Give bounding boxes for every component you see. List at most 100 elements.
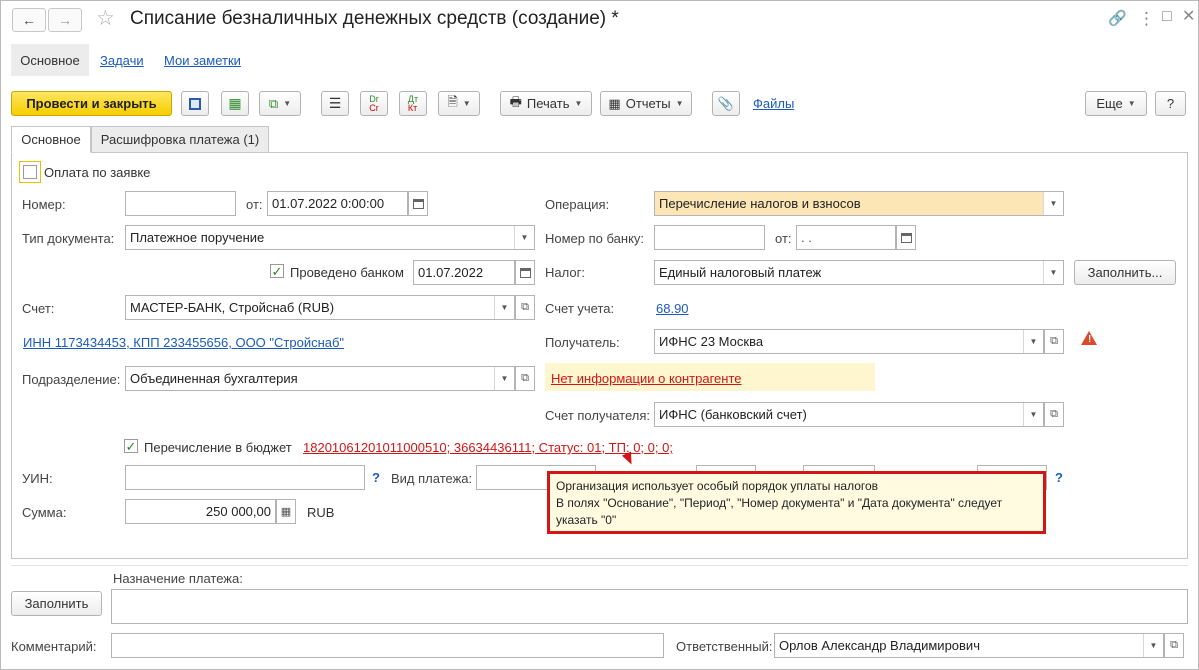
- bank-posted-checkbox[interactable]: ✓: [270, 264, 284, 278]
- tooltip-line3: указать "0": [556, 513, 617, 527]
- responsible-value: Орлов Александр Владимирович: [779, 638, 980, 653]
- bank-number-label: Номер по банку:: [545, 231, 645, 246]
- dt-ct-icon[interactable]: Dr Cr: [360, 91, 388, 116]
- forward-button[interactable]: →: [48, 8, 82, 32]
- bank-from-label: от:: [775, 231, 792, 246]
- division-open-icon[interactable]: ⧉: [515, 366, 535, 391]
- recipient-chevron-down-icon[interactable]: ▼: [1023, 330, 1043, 353]
- doc-date-help-icon[interactable]: ?: [1055, 470, 1063, 485]
- files-link[interactable]: Файлы: [753, 96, 794, 111]
- arrow-left-icon: ←: [22, 12, 36, 28]
- operation-value: Перечисление налогов и взносов: [659, 196, 861, 211]
- tooltip-line1: Организация использует особый порядок уп…: [556, 479, 879, 493]
- bank-posted-calendar-icon[interactable]: [515, 260, 535, 285]
- uin-help-icon[interactable]: ?: [372, 470, 380, 485]
- maximize-icon[interactable]: □: [1162, 9, 1172, 25]
- back-button[interactable]: ←: [12, 8, 46, 32]
- nav-tab-tasks[interactable]: Задачи: [100, 53, 144, 68]
- budget-transfer-checkbox[interactable]: ✓: [124, 439, 138, 453]
- operation-select[interactable]: Перечисление налогов и взносов ▼: [654, 191, 1064, 216]
- tax-select[interactable]: Единый налоговый платеж ▼: [654, 260, 1064, 285]
- post-icon[interactable]: ▦: [221, 91, 249, 116]
- recipient-label: Получатель:: [545, 335, 620, 350]
- account-select[interactable]: МАСТЕР-БАНК, Стройснаб (RUB) ▼: [125, 295, 515, 320]
- account-value: МАСТЕР-БАНК, Стройснаб (RUB): [130, 300, 335, 315]
- number-field[interactable]: [125, 191, 236, 216]
- divider: [11, 565, 1188, 566]
- budget-details-link[interactable]: 18201061201011000510; 36634436111; Стату…: [303, 440, 673, 455]
- recipient-account-value: ИФНС (банковский счет): [659, 407, 807, 422]
- dt-kt-icon[interactable]: Дт Кт: [399, 91, 427, 116]
- bank-from-date-field[interactable]: . .: [796, 225, 896, 250]
- account-chevron-down-icon[interactable]: ▼: [494, 296, 514, 319]
- journal-icon[interactable]: ☰: [321, 91, 349, 116]
- more-button[interactable]: Еще ▼: [1085, 91, 1147, 116]
- inn-link[interactable]: ИНН 1173434453, КПП 233455656, ООО "Стро…: [23, 335, 344, 350]
- nav-tab-main[interactable]: Основное: [11, 44, 89, 76]
- print-button[interactable]: 🖶 Печать ▼: [500, 91, 592, 116]
- chevron-down-icon[interactable]: ▼: [514, 226, 534, 249]
- purpose-field[interactable]: [111, 589, 1188, 624]
- document-settings-icon[interactable]: 🗎 ▼: [438, 91, 480, 116]
- printer-icon: 🖶: [509, 93, 522, 109]
- bank-posted-date-field[interactable]: 01.07.2022: [413, 260, 515, 285]
- currency-label: RUB: [307, 505, 335, 520]
- paperclip-icon[interactable]: 📎: [712, 91, 740, 116]
- comment-field[interactable]: [111, 633, 664, 658]
- more-vertical-icon[interactable]: ⋮: [1138, 10, 1155, 27]
- link-icon[interactable]: 🔗: [1108, 11, 1127, 26]
- warning-icon-mark: !: [1088, 334, 1092, 345]
- sum-label: Сумма:: [22, 505, 67, 520]
- account-acc-link[interactable]: 68.90: [656, 301, 689, 316]
- responsible-open-icon[interactable]: ⧉: [1164, 633, 1184, 658]
- doctype-select[interactable]: Платежное поручение ▼: [125, 225, 535, 250]
- division-chevron-down-icon[interactable]: ▼: [494, 367, 514, 390]
- responsible-select[interactable]: Орлов Александр Владимирович ▼: [774, 633, 1164, 658]
- fill-purpose-button[interactable]: Заполнить: [11, 591, 102, 616]
- calendar-icon[interactable]: [408, 191, 428, 216]
- close-icon[interactable]: ✕: [1182, 9, 1195, 25]
- page-title: Списание безналичных денежных средств (с…: [130, 8, 619, 29]
- recipient-value: ИФНС 23 Москва: [659, 334, 764, 349]
- save-icon[interactable]: [181, 91, 209, 116]
- account-label: Счет:: [22, 301, 55, 316]
- calculator-icon[interactable]: ▦: [276, 499, 296, 524]
- bank-from-calendar-icon[interactable]: [896, 225, 916, 250]
- number-label: Номер:: [22, 197, 66, 212]
- more-label: Еще: [1096, 96, 1123, 111]
- tab-main[interactable]: Основное: [11, 126, 91, 153]
- create-based-on-icon[interactable]: ⧉ ▼: [259, 91, 301, 116]
- sum-field[interactable]: 250 000,00: [125, 499, 276, 524]
- tab-payment-decode[interactable]: Расшифровка платежа (1): [91, 126, 269, 153]
- purpose-label: Назначение платежа:: [113, 571, 243, 586]
- uin-field[interactable]: [125, 465, 365, 490]
- reports-icon: ▦: [608, 95, 621, 111]
- operation-chevron-down-icon[interactable]: ▼: [1043, 192, 1063, 215]
- tooltip-line2: В полях "Основание", "Период", "Номер до…: [556, 496, 1003, 510]
- tab-payment-decode-label: Расшифровка платежа (1): [100, 132, 260, 147]
- bank-number-field[interactable]: [654, 225, 765, 250]
- tax-label: Налог:: [545, 265, 585, 280]
- uin-label: УИН:: [22, 471, 53, 486]
- recipient-account-open-icon[interactable]: ⧉: [1044, 402, 1064, 427]
- recipient-account-chevron-down-icon[interactable]: ▼: [1023, 403, 1043, 426]
- recipient-select[interactable]: ИФНС 23 Москва ▼: [654, 329, 1044, 354]
- favorite-star-icon[interactable]: ☆: [96, 8, 115, 29]
- recipient-open-icon[interactable]: ⧉: [1044, 329, 1064, 354]
- post-and-close-button[interactable]: Провести и закрыть: [11, 91, 172, 116]
- responsible-chevron-down-icon[interactable]: ▼: [1143, 634, 1163, 657]
- pay-by-request-checkbox[interactable]: [23, 165, 37, 179]
- tab-main-label: Основное: [21, 132, 81, 147]
- recipient-account-select[interactable]: ИФНС (банковский счет) ▼: [654, 402, 1044, 427]
- arrow-right-icon: →: [58, 12, 72, 28]
- help-button[interactable]: ?: [1155, 91, 1186, 116]
- date-field[interactable]: 01.07.2022 0:00:00: [267, 191, 408, 216]
- no-contractor-info-link[interactable]: Нет информации о контрагенте: [551, 371, 742, 386]
- fill-tax-button[interactable]: Заполнить...: [1074, 260, 1176, 285]
- tax-chevron-down-icon[interactable]: ▼: [1043, 261, 1063, 284]
- account-open-icon[interactable]: ⧉: [515, 295, 535, 320]
- division-select[interactable]: Объединенная бухгалтерия ▼: [125, 366, 515, 391]
- reports-button[interactable]: ▦ Отчеты ▼: [600, 91, 692, 116]
- budget-transfer-label: Перечисление в бюджет: [144, 440, 292, 455]
- nav-tab-notes[interactable]: Мои заметки: [164, 53, 241, 68]
